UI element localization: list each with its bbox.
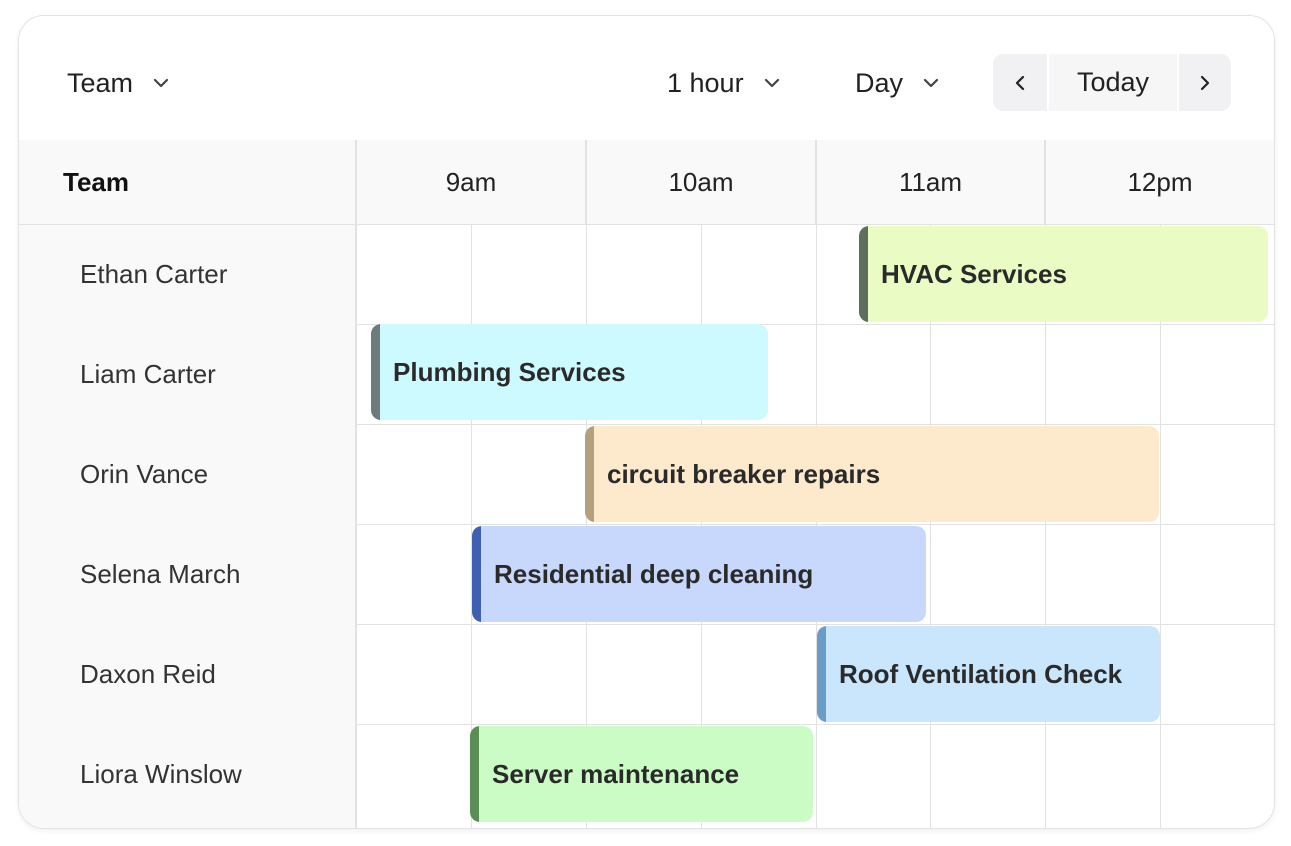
team-sidebar: Team Ethan Carter Liam Carter Orin Vance…	[19, 140, 357, 828]
event-title: Roof Ventilation Check	[839, 658, 1123, 689]
view-select[interactable]: Day	[855, 66, 941, 100]
resource-name: Selena March	[80, 558, 241, 589]
resource-row-daxon-reid: Daxon Reid	[19, 624, 355, 724]
event-title: Plumbing Services	[393, 356, 626, 387]
event-plumbing-services[interactable]: Plumbing Services	[371, 324, 768, 420]
event-accent-bar	[472, 526, 481, 622]
row-line	[357, 624, 1274, 625]
chevron-left-icon	[1010, 73, 1030, 93]
interval-select[interactable]: 1 hour	[667, 66, 782, 100]
next-day-button[interactable]	[1179, 54, 1231, 111]
chevron-down-icon	[151, 73, 171, 93]
date-navigation: Today	[993, 54, 1231, 111]
interval-select-label: 1 hour	[667, 67, 744, 98]
event-accent-bar	[817, 626, 826, 722]
chevron-down-icon	[921, 73, 941, 93]
resource-row-orin-vance: Orin Vance	[19, 424, 355, 524]
previous-day-button[interactable]	[993, 54, 1047, 111]
resource-name: Liora Winslow	[80, 758, 242, 789]
timeline-grid: 9am 10am 11am 12pm HVAC Services Plumbin…	[357, 140, 1274, 828]
toolbar: Team 1 hour Day Today	[19, 16, 1274, 141]
team-group-select-label: Team	[67, 67, 134, 98]
event-accent-bar	[859, 226, 868, 322]
hour-header: 9am	[357, 140, 587, 224]
resource-row-liora-winslow: Liora Winslow	[19, 724, 355, 824]
row-line	[357, 424, 1274, 425]
event-server-maintenance[interactable]: Server maintenance	[470, 726, 813, 822]
today-button[interactable]: Today	[1047, 54, 1179, 111]
time-header: 9am 10am 11am 12pm	[357, 140, 1274, 225]
resource-row-selena-march: Selena March	[19, 524, 355, 624]
resource-name: Liam Carter	[80, 358, 216, 389]
view-select-label: Day	[855, 67, 904, 98]
team-group-select[interactable]: Team	[67, 66, 171, 100]
resource-row-liam-carter: Liam Carter	[19, 324, 355, 424]
event-accent-bar	[470, 726, 479, 822]
scheduler-card: Team 1 hour Day Today Team Ethan Carter …	[18, 15, 1275, 829]
chevron-right-icon	[1195, 73, 1215, 93]
team-column-header: Team	[19, 140, 355, 225]
event-residential-deep-cleaning[interactable]: Residential deep cleaning	[472, 526, 926, 622]
event-title: Server maintenance	[492, 758, 740, 789]
resource-name: Daxon Reid	[80, 658, 216, 689]
resource-name: Ethan Carter	[80, 258, 228, 289]
event-circuit-breaker-repairs[interactable]: circuit breaker repairs	[585, 426, 1159, 522]
hour-header: 11am	[817, 140, 1046, 224]
event-title: circuit breaker repairs	[607, 458, 881, 489]
resource-row-ethan-carter: Ethan Carter	[19, 224, 355, 324]
event-accent-bar	[585, 426, 594, 522]
resource-name: Orin Vance	[80, 458, 209, 489]
event-accent-bar	[371, 324, 380, 420]
event-hvac-services[interactable]: HVAC Services	[859, 226, 1268, 322]
chevron-down-icon	[762, 73, 782, 93]
hour-header: 10am	[587, 140, 817, 224]
team-column-header-label: Team	[63, 166, 129, 197]
row-line	[357, 524, 1274, 525]
hour-header: 12pm	[1127, 166, 1193, 197]
event-roof-ventilation-check[interactable]: Roof Ventilation Check	[817, 626, 1160, 722]
event-title: HVAC Services	[881, 258, 1067, 289]
event-title: Residential deep cleaning	[494, 558, 814, 589]
row-line	[357, 724, 1274, 725]
